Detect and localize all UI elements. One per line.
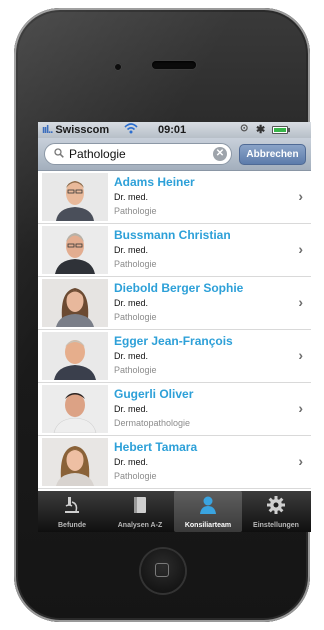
doctor-department: Pathologie xyxy=(114,312,157,322)
status-bar: ııl.. Swisscom 09:01 ⊙ ✱ xyxy=(38,122,311,138)
doctor-title: Dr. med. xyxy=(114,404,149,414)
doctor-photo xyxy=(42,385,108,433)
tab-label: Befunde xyxy=(58,522,86,529)
battery-tip xyxy=(288,128,290,132)
doctor-photo xyxy=(42,438,108,486)
tab-bar: Befunde Analysen A-Z Konsiliarteam Einst… xyxy=(38,491,311,532)
tab-label: Konsiliarteam xyxy=(184,522,232,529)
doctor-photo xyxy=(42,173,108,221)
search-bar: Pathologie ✕ Abbrechen xyxy=(38,138,311,171)
chevron-right-icon: › xyxy=(298,453,303,469)
list-item[interactable]: Adams Heiner Dr. med. Pathologie › xyxy=(38,171,311,224)
doctor-title: Dr. med. xyxy=(114,457,149,467)
chevron-right-icon: › xyxy=(298,294,303,310)
clock: 09:01 xyxy=(158,124,187,136)
doctor-department: Dermatopathologie xyxy=(114,418,191,428)
carrier-name: Swisscom xyxy=(55,124,110,136)
earpiece-speaker xyxy=(152,61,196,69)
doctor-department: Pathologie xyxy=(114,206,157,216)
signal-strength-icon: ııl.. xyxy=(42,124,53,136)
tab-label: Einstellungen xyxy=(253,522,299,529)
person-icon xyxy=(200,496,216,514)
tab-label: Analysen A-Z xyxy=(117,522,163,529)
doctor-title: Dr. med. xyxy=(114,192,149,202)
chevron-right-icon: › xyxy=(298,347,303,363)
front-camera xyxy=(114,63,122,71)
list-item[interactable]: Gugerli Oliver Dr. med. Dermatopathologi… xyxy=(38,383,311,436)
doctor-department: Pathologie xyxy=(114,365,157,375)
search-icon xyxy=(54,148,64,158)
tab-analysen[interactable]: Analysen A-Z xyxy=(106,491,174,532)
bluetooth-icon: ✱ xyxy=(256,124,266,136)
doctor-title: Dr. med. xyxy=(114,245,149,255)
doctor-name: Diebold Berger Sophie xyxy=(114,281,244,295)
tab-konsiliarteam[interactable]: Konsiliarteam xyxy=(174,491,242,532)
doctor-photo xyxy=(42,332,108,380)
gear-icon xyxy=(267,496,285,514)
doctor-name: Bussmann Christian xyxy=(114,228,231,242)
tab-befunde[interactable]: Befunde xyxy=(38,491,106,532)
home-button-icon xyxy=(155,563,169,577)
doctor-name: Egger Jean-François xyxy=(114,334,233,348)
doctor-name: Adams Heiner xyxy=(114,175,195,189)
battery-icon xyxy=(272,126,288,134)
list-item[interactable]: Bussmann Christian Dr. med. Pathologie › xyxy=(38,224,311,277)
doctor-title: Dr. med. xyxy=(114,298,149,308)
cancel-button[interactable]: Abbrechen xyxy=(239,144,306,165)
carrier: ııl.. Swisscom xyxy=(42,124,109,136)
screen: ııl.. Swisscom 09:01 ⊙ ✱ Pathologie ✕ Ab… xyxy=(38,122,311,532)
doctor-name: Gugerli Oliver xyxy=(114,387,194,401)
rotation-lock-icon: ⊙ xyxy=(240,123,249,134)
tab-einstellungen[interactable]: Einstellungen xyxy=(242,491,310,532)
chevron-right-icon: › xyxy=(298,241,303,257)
search-input[interactable]: Pathologie ✕ xyxy=(44,143,232,165)
chevron-right-icon: › xyxy=(298,188,303,204)
list-item[interactable]: Egger Jean-François Dr. med. Pathologie … xyxy=(38,330,311,383)
search-query: Pathologie xyxy=(69,147,126,161)
doctor-title: Dr. med. xyxy=(114,351,149,361)
clear-search-icon[interactable]: ✕ xyxy=(213,147,227,161)
doctor-photo xyxy=(42,279,108,327)
list-item[interactable]: Diebold Berger Sophie Dr. med. Pathologi… xyxy=(38,277,311,330)
microscope-icon xyxy=(65,497,79,513)
book-icon xyxy=(134,497,146,513)
doctor-name: Hebert Tamara xyxy=(114,440,198,454)
doctor-photo xyxy=(42,226,108,274)
results-list: Adams Heiner Dr. med. Pathologie › Bussm… xyxy=(38,171,311,489)
doctor-department: Pathologie xyxy=(114,259,157,269)
list-item[interactable]: Hebert Tamara Dr. med. Pathologie › xyxy=(38,436,311,489)
wifi-icon xyxy=(124,122,138,137)
chevron-right-icon: › xyxy=(298,400,303,416)
doctor-department: Pathologie xyxy=(114,471,157,481)
